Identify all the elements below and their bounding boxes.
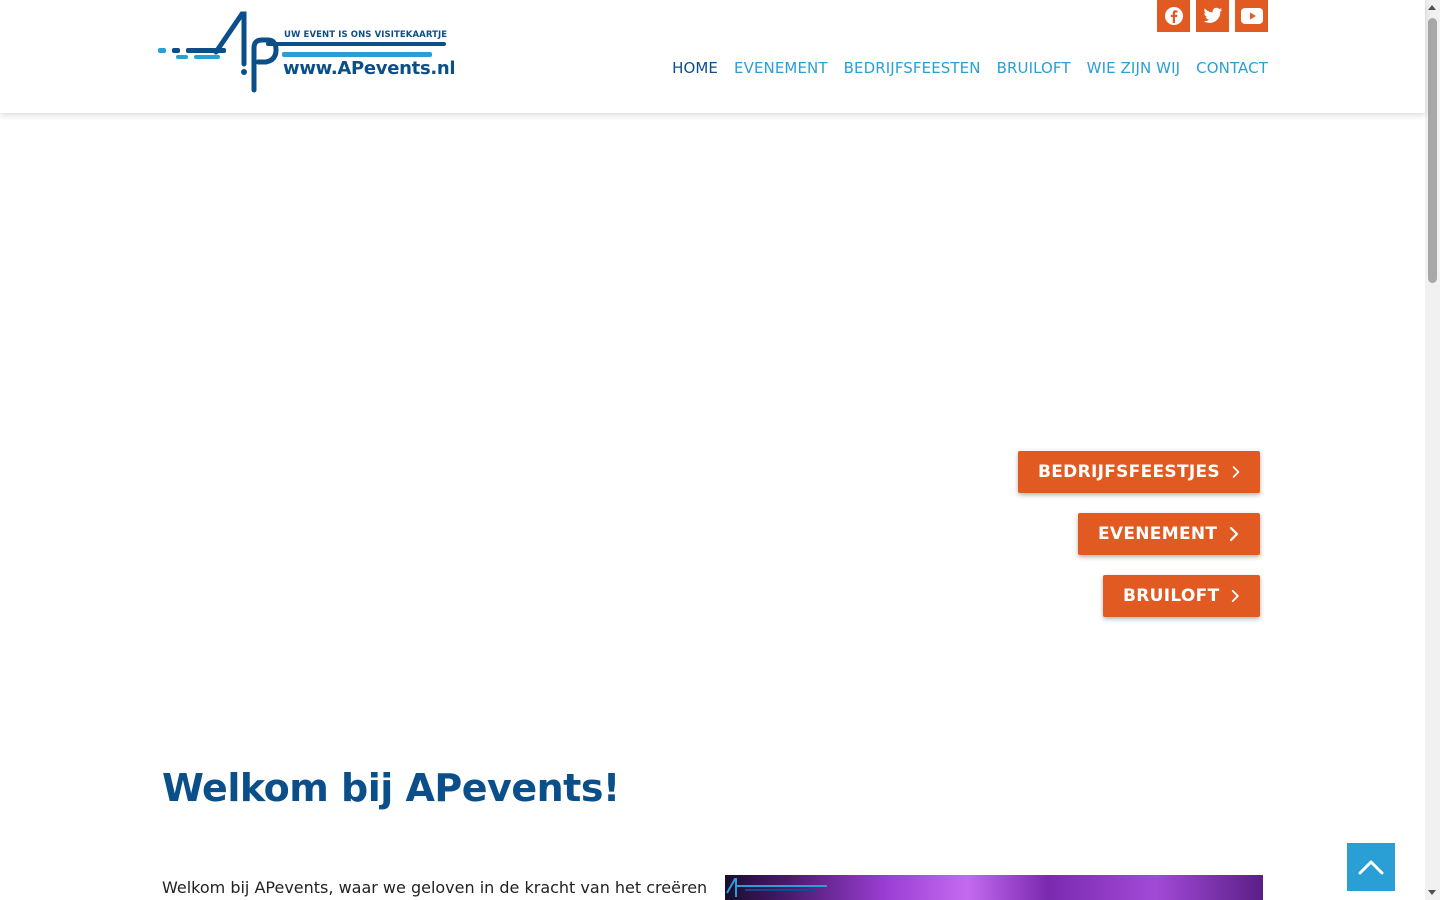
hero-section: BEDRIJFSFEESTJES EVENEMENT BRUILOFT xyxy=(0,113,1425,733)
chevron-right-icon xyxy=(1230,526,1239,542)
twitter-icon xyxy=(1203,7,1222,23)
chevron-right-icon xyxy=(1232,589,1240,603)
chevron-right-icon xyxy=(1232,466,1240,478)
main-nav: HOME EVENEMENT BEDRIJFSFEESTEN BRUILOFT … xyxy=(664,59,1268,77)
logo[interactable]: UW EVENT IS ONS VISITEKAARTJE www.APeven… xyxy=(156,10,456,94)
cta-label: EVENEMENT xyxy=(1098,524,1218,544)
chevron-up-icon xyxy=(1358,860,1384,875)
cta-bruiloft-button[interactable]: BRUILOFT xyxy=(1103,575,1260,617)
image-logo-overlay-icon xyxy=(726,878,827,897)
scroll-to-top-button[interactable] xyxy=(1347,843,1395,891)
logo-tagline: UW EVENT IS ONS VISITEKAARTJE xyxy=(284,30,448,40)
nav-item-bruiloft[interactable]: BRUILOFT xyxy=(989,59,1079,77)
nav-item-contact[interactable]: CONTACT xyxy=(1188,59,1268,77)
logo-url: www.APevents.nl xyxy=(283,58,456,79)
scroll-up-arrow-icon[interactable] xyxy=(1428,5,1436,10)
welcome-image xyxy=(725,875,1263,900)
welcome-title: Welkom bij APevents! xyxy=(162,766,620,810)
logo-mark-icon xyxy=(158,11,446,93)
cta-label: BEDRIJFSFEESTJES xyxy=(1038,462,1220,482)
facebook-button[interactable] xyxy=(1157,0,1190,32)
nav-item-bedrijfsfeesten[interactable]: BEDRIJFSFEESTEN xyxy=(836,59,989,77)
nav-item-evenement[interactable]: EVENEMENT xyxy=(726,59,836,77)
page-scrollbar[interactable] xyxy=(1425,0,1440,900)
welcome-text: Welkom bij APevents, waar we geloven in … xyxy=(162,878,708,897)
social-links xyxy=(1157,0,1268,32)
cta-label: BRUILOFT xyxy=(1123,586,1220,606)
nav-item-home[interactable]: HOME xyxy=(664,59,726,77)
nav-item-wie-zijn-wij[interactable]: WIE ZIJN WIJ xyxy=(1079,59,1189,77)
youtube-icon xyxy=(1240,8,1263,24)
scroll-down-arrow-icon[interactable] xyxy=(1428,890,1436,895)
twitter-button[interactable] xyxy=(1196,0,1229,32)
cta-evenement-button[interactable]: EVENEMENT xyxy=(1078,513,1260,555)
scrollbar-thumb[interactable] xyxy=(1428,18,1437,283)
youtube-button[interactable] xyxy=(1235,0,1268,32)
facebook-icon xyxy=(1164,7,1183,25)
cta-bedrijfsfeestjes-button[interactable]: BEDRIJFSFEESTJES xyxy=(1018,451,1260,493)
site-header: UW EVENT IS ONS VISITEKAARTJE www.APeven… xyxy=(0,0,1425,113)
